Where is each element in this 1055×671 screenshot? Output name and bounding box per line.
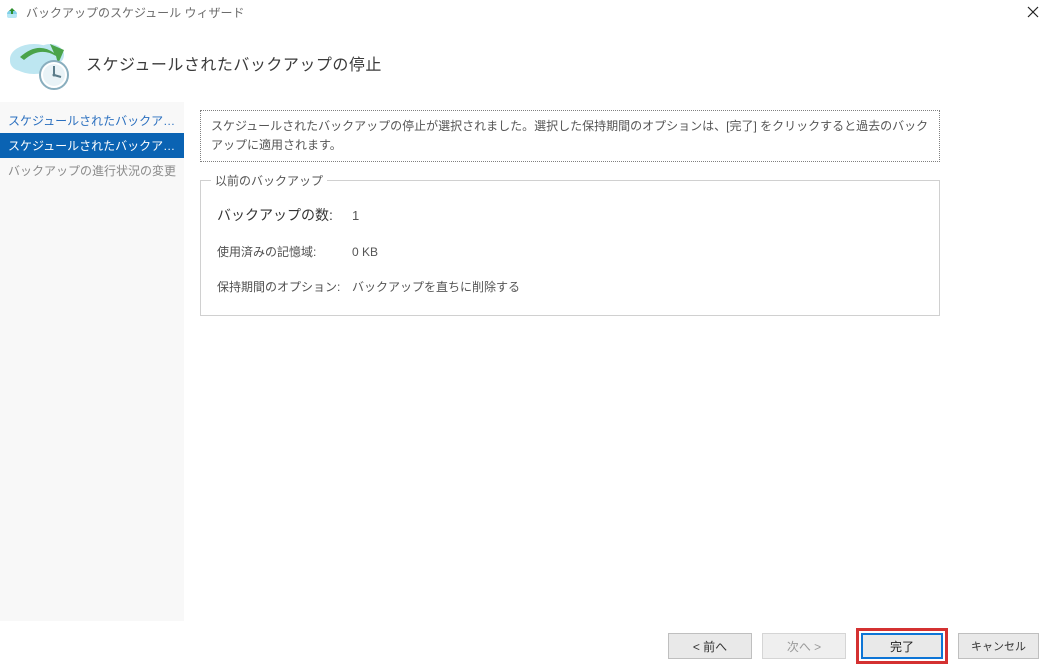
step-stop-scheduled-backup[interactable]: スケジュールされたバックアップの停 <box>0 133 184 158</box>
label-backup-count: バックアップの数: <box>217 205 352 225</box>
row-retention-option: 保持期間のオプション: バックアップを直ちに削除する <box>217 278 923 295</box>
step-modify-scheduled-backup[interactable]: スケジュールされたバックアップを変... <box>0 108 184 133</box>
finish-button-highlight: 完了 <box>856 628 948 664</box>
row-backup-count: バックアップの数: 1 <box>217 205 923 225</box>
close-button[interactable] <box>1013 0 1053 24</box>
group-legend: 以前のバックアップ <box>211 172 327 189</box>
titlebar: バックアップのスケジュール ウィザード <box>0 0 1055 24</box>
wizard-main-panel: スケジュールされたバックアップの停止が選択されました。選択した保持期間のオプショ… <box>184 102 1055 621</box>
label-retention-option: 保持期間のオプション: <box>217 278 352 295</box>
previous-backups-group: 以前のバックアップ バックアップの数: 1 使用済みの記憶域: 0 KB 保持期… <box>200 180 940 316</box>
wizard-steps-sidebar: スケジュールされたバックアップを変... スケジュールされたバックアップの停 バ… <box>0 102 184 621</box>
row-storage-used: 使用済みの記憶域: 0 KB <box>217 243 923 260</box>
wizard-header: スケジュールされたバックアップの停止 <box>0 24 1055 102</box>
cancel-button[interactable]: キャンセル <box>958 633 1039 659</box>
value-backup-count: 1 <box>352 208 359 223</box>
label-storage-used: 使用済みの記憶域: <box>217 243 352 260</box>
step-change-progress[interactable]: バックアップの進行状況の変更 <box>0 158 184 183</box>
wizard-header-icon <box>6 33 78 93</box>
wizard-body: スケジュールされたバックアップを変... スケジュールされたバックアップの停 バ… <box>0 102 1055 621</box>
wizard-heading: スケジュールされたバックアップの停止 <box>86 51 382 75</box>
wizard-footer: < 前へ 次へ > 完了 キャンセル <box>0 621 1055 671</box>
close-icon <box>1027 6 1039 18</box>
finish-button[interactable]: 完了 <box>861 633 943 659</box>
back-button[interactable]: < 前へ <box>668 633 752 659</box>
value-storage-used: 0 KB <box>352 245 378 259</box>
window-title: バックアップのスケジュール ウィザード <box>26 4 1013 21</box>
info-message: スケジュールされたバックアップの停止が選択されました。選択した保持期間のオプショ… <box>200 110 940 162</box>
app-icon <box>4 4 20 20</box>
next-button: 次へ > <box>762 633 846 659</box>
value-retention-option: バックアップを直ちに削除する <box>352 278 520 295</box>
